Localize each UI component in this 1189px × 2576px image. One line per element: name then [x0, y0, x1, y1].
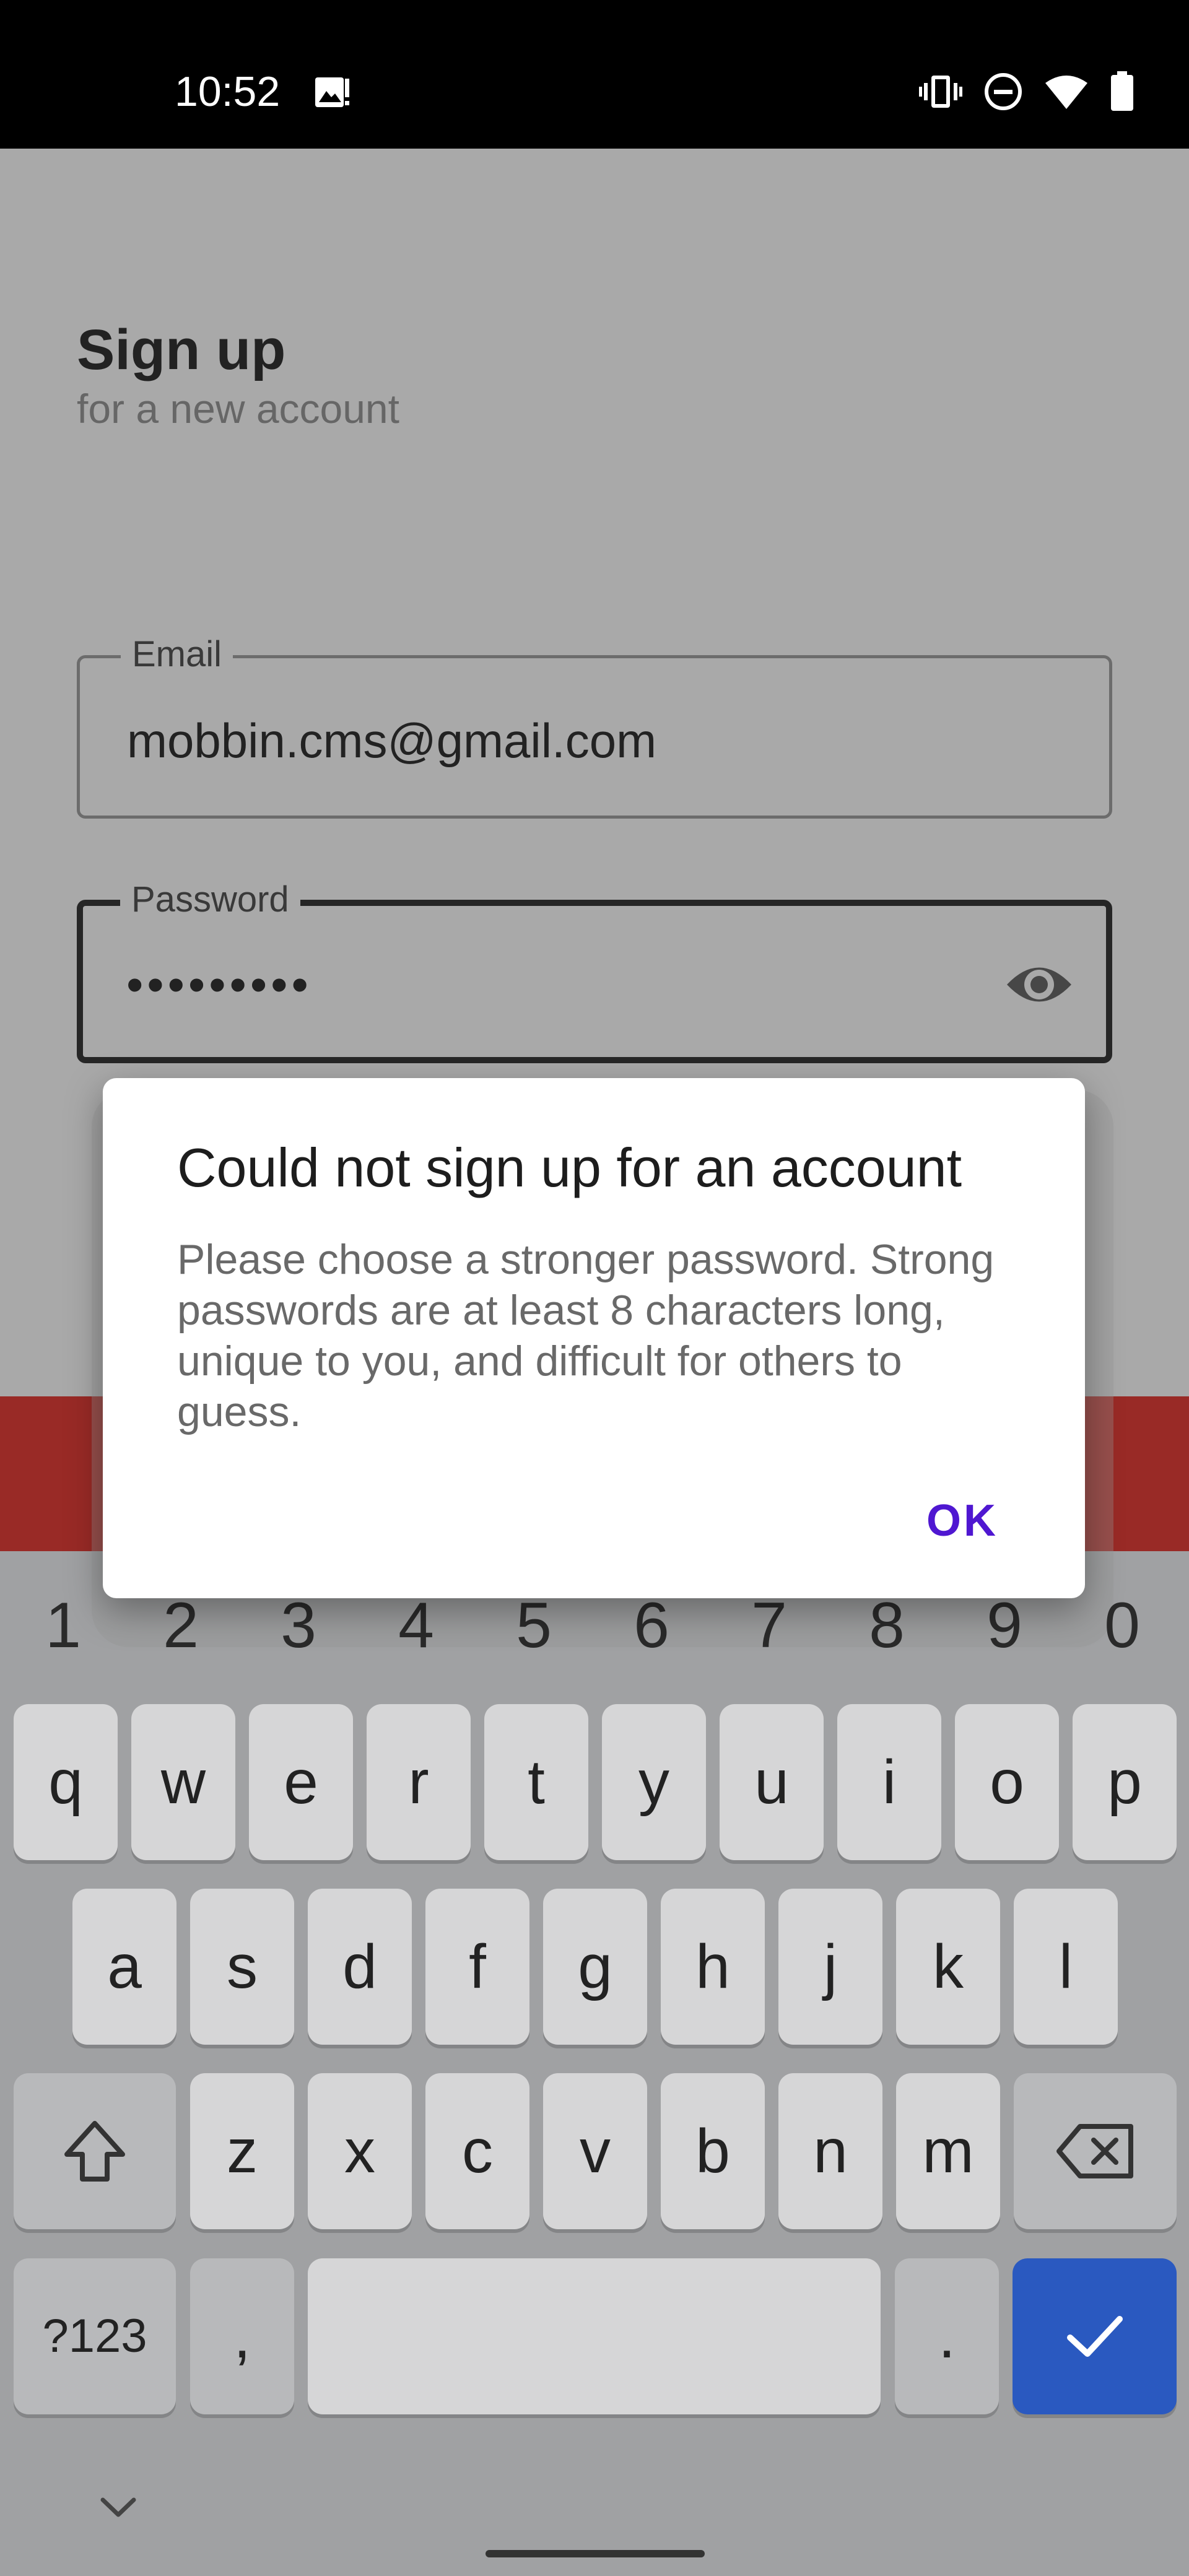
- key-e[interactable]: e: [249, 1704, 353, 1860]
- key-s[interactable]: s: [190, 1889, 294, 2045]
- key-n[interactable]: n: [778, 2073, 882, 2229]
- key-1[interactable]: 1: [7, 1576, 119, 1675]
- symbols-key[interactable]: ?123: [14, 2258, 176, 2414]
- password-label: Password: [120, 875, 300, 925]
- key-w[interactable]: w: [131, 1704, 235, 1860]
- ok-button[interactable]: OK: [926, 1493, 998, 1549]
- do-not-disturb-icon: [985, 73, 1022, 110]
- space-key[interactable]: [308, 2258, 881, 2414]
- key-z[interactable]: z: [190, 2073, 294, 2229]
- dialog-message: Please choose a stronger password. Stron…: [177, 1236, 995, 1435]
- shift-key[interactable]: [14, 2073, 176, 2229]
- key-a[interactable]: a: [72, 1889, 176, 2045]
- key-y[interactable]: y: [602, 1704, 706, 1860]
- key-k[interactable]: k: [896, 1889, 1000, 2045]
- shift-icon: [64, 2121, 125, 2182]
- key-v[interactable]: v: [543, 2073, 647, 2229]
- home-indicator[interactable]: [486, 2550, 705, 2557]
- key-r[interactable]: r: [367, 1704, 471, 1860]
- password-field[interactable]: Password •••••••••: [77, 875, 1112, 1063]
- key-g[interactable]: g: [543, 1889, 647, 2045]
- dialog-title: Could not sign up for an account: [177, 1137, 962, 1198]
- key-l[interactable]: l: [1014, 1889, 1118, 2045]
- status-icons: [919, 67, 1135, 116]
- key-u[interactable]: u: [720, 1704, 824, 1860]
- password-value[interactable]: •••••••••: [126, 957, 312, 1012]
- backspace-key[interactable]: [1014, 2073, 1177, 2229]
- enter-key[interactable]: [1013, 2258, 1177, 2414]
- period-key[interactable]: .: [895, 2258, 999, 2414]
- key-p[interactable]: p: [1073, 1704, 1177, 1860]
- vibrate-icon: [919, 76, 962, 108]
- key-d[interactable]: d: [308, 1889, 412, 2045]
- comma-key[interactable]: ,: [190, 2258, 294, 2414]
- email-value[interactable]: mobbin.cms@gmail.com: [127, 713, 656, 768]
- key-q[interactable]: q: [14, 1704, 118, 1860]
- key-i[interactable]: i: [837, 1704, 941, 1860]
- error-dialog: Could not sign up for an account Please …: [103, 1078, 1085, 1598]
- status-bar: 10:52: [0, 0, 1189, 149]
- eye-icon[interactable]: [1004, 957, 1074, 1012]
- status-time: 10:52: [175, 68, 281, 115]
- key-j[interactable]: j: [778, 1889, 882, 2045]
- email-label: Email: [121, 630, 233, 679]
- page-title: Sign up: [77, 318, 286, 381]
- key-x[interactable]: x: [308, 2073, 412, 2229]
- key-b[interactable]: b: [661, 2073, 765, 2229]
- page-subtitle: for a new account: [77, 386, 399, 432]
- check-icon: [1066, 2316, 1123, 2357]
- email-field[interactable]: Email mobbin.cms@gmail.com: [77, 630, 1112, 819]
- key-h[interactable]: h: [661, 1889, 765, 2045]
- key-o[interactable]: o: [955, 1704, 1059, 1860]
- battery-icon: [1111, 71, 1133, 111]
- wifi-icon: [1045, 76, 1087, 109]
- keyboard-collapse-icon[interactable]: [94, 2491, 142, 2522]
- key-c[interactable]: c: [425, 2073, 529, 2229]
- key-m[interactable]: m: [896, 2073, 1000, 2229]
- keyboard: 1 2 3 4 5 6 7 8 9 0 q w e r t y u i o p …: [0, 1090, 1189, 2576]
- backspace-icon: [1056, 2124, 1133, 2178]
- image-notification-icon: [315, 77, 349, 107]
- key-t[interactable]: t: [484, 1704, 588, 1860]
- key-f[interactable]: f: [425, 1889, 529, 2045]
